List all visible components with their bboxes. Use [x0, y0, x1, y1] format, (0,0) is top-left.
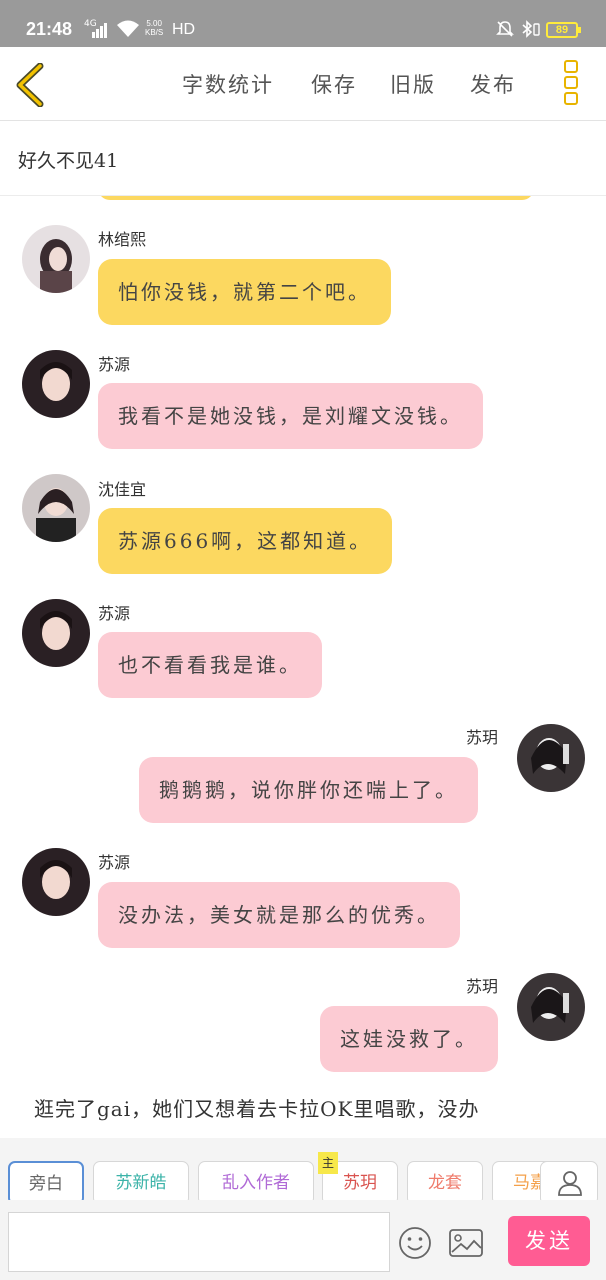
sender-name: 林绾熙: [98, 230, 147, 249]
title-bar: 好久不见41: [0, 122, 606, 196]
wifi-icon: [117, 20, 139, 37]
send-button[interactable]: 发送: [508, 1216, 590, 1266]
signal-icon: [92, 23, 107, 38]
image-icon[interactable]: [448, 1228, 484, 1258]
bottom-panel: 旁白 苏新皓 乱入作者 苏玥 龙套 马嘉 主 发送: [0, 1138, 606, 1280]
more-menu-icon[interactable]: [564, 60, 582, 108]
network-speed: 5.00 KB/S: [145, 19, 163, 37]
avatar[interactable]: [22, 350, 90, 418]
hd-indicator: HD: [172, 21, 196, 38]
mute-icon: [496, 21, 514, 37]
message-bubble[interactable]: 也不看看我是谁。: [98, 632, 322, 698]
emoji-icon[interactable]: [398, 1226, 432, 1260]
speed-value: 5.00: [146, 19, 162, 28]
avatar[interactable]: [22, 599, 90, 667]
chat-title[interactable]: 好久不见41: [18, 146, 118, 173]
status-time: 21:48: [26, 19, 73, 39]
message-input[interactable]: [8, 1212, 390, 1272]
old-version-button[interactable]: 旧版: [390, 69, 436, 99]
sender-name: 苏玥: [466, 977, 499, 996]
chat-area[interactable]: 林绾熙 怕你没钱，就第二个吧。 苏源 我看不是她没钱，是刘耀文没钱。 沈佳宜 苏…: [0, 196, 606, 1138]
bluetooth-icon: [522, 20, 540, 38]
profile-button[interactable]: [540, 1161, 598, 1200]
battery-icon: 89: [546, 22, 581, 38]
role-narrator[interactable]: 旁白: [8, 1161, 84, 1200]
speed-unit: KB/S: [145, 28, 164, 37]
sender-name: 苏源: [98, 604, 131, 623]
publish-button[interactable]: 发布: [470, 69, 516, 99]
sender-name: 苏玥: [466, 728, 499, 747]
back-chevron-icon[interactable]: [14, 63, 50, 107]
avatar[interactable]: [517, 724, 585, 792]
narration-text[interactable]: 逛完了gai，她们又想着去卡拉OK里唱歌，没办: [34, 1092, 574, 1126]
avatar[interactable]: [22, 848, 90, 916]
message-bubble[interactable]: 鹅鹅鹅，说你胖你还喘上了。: [139, 757, 478, 823]
save-button[interactable]: 保存: [311, 69, 357, 99]
message-bubble[interactable]: 我看不是她没钱，是刘耀文没钱。: [98, 383, 483, 449]
sender-name: 苏源: [98, 355, 131, 374]
role-character[interactable]: 乱入作者: [198, 1161, 314, 1200]
status-bar: 21:48 4G 5.00 KB/S HD 89: [0, 0, 606, 47]
sender-name: 苏源: [98, 853, 131, 872]
role-character[interactable]: 龙套: [407, 1161, 483, 1200]
word-count-button[interactable]: 字数统计: [182, 69, 274, 99]
role-character[interactable]: 苏新皓: [93, 1161, 189, 1200]
profile-icon: [558, 1171, 582, 1196]
avatar[interactable]: [22, 225, 90, 293]
role-selector: 旁白 苏新皓 乱入作者 苏玥 龙套 马嘉 主: [0, 1152, 606, 1200]
avatar[interactable]: [517, 973, 585, 1041]
main-role-tag: 主: [318, 1152, 338, 1174]
sender-name: 沈佳宜: [98, 480, 147, 499]
message-bubble[interactable]: 苏源666啊，这都知道。: [98, 508, 393, 574]
top-toolbar: 字数统计 保存 旧版 发布: [0, 47, 606, 121]
message-bubble[interactable]: 没办法，美女就是那么的优秀。: [98, 882, 460, 948]
message-bubble[interactable]: 这娃没救了。: [320, 1006, 498, 1072]
message-bubble[interactable]: 怕你没钱，就第二个吧。: [98, 259, 391, 325]
previous-message-bubble[interactable]: [98, 196, 534, 200]
avatar[interactable]: [22, 474, 90, 542]
